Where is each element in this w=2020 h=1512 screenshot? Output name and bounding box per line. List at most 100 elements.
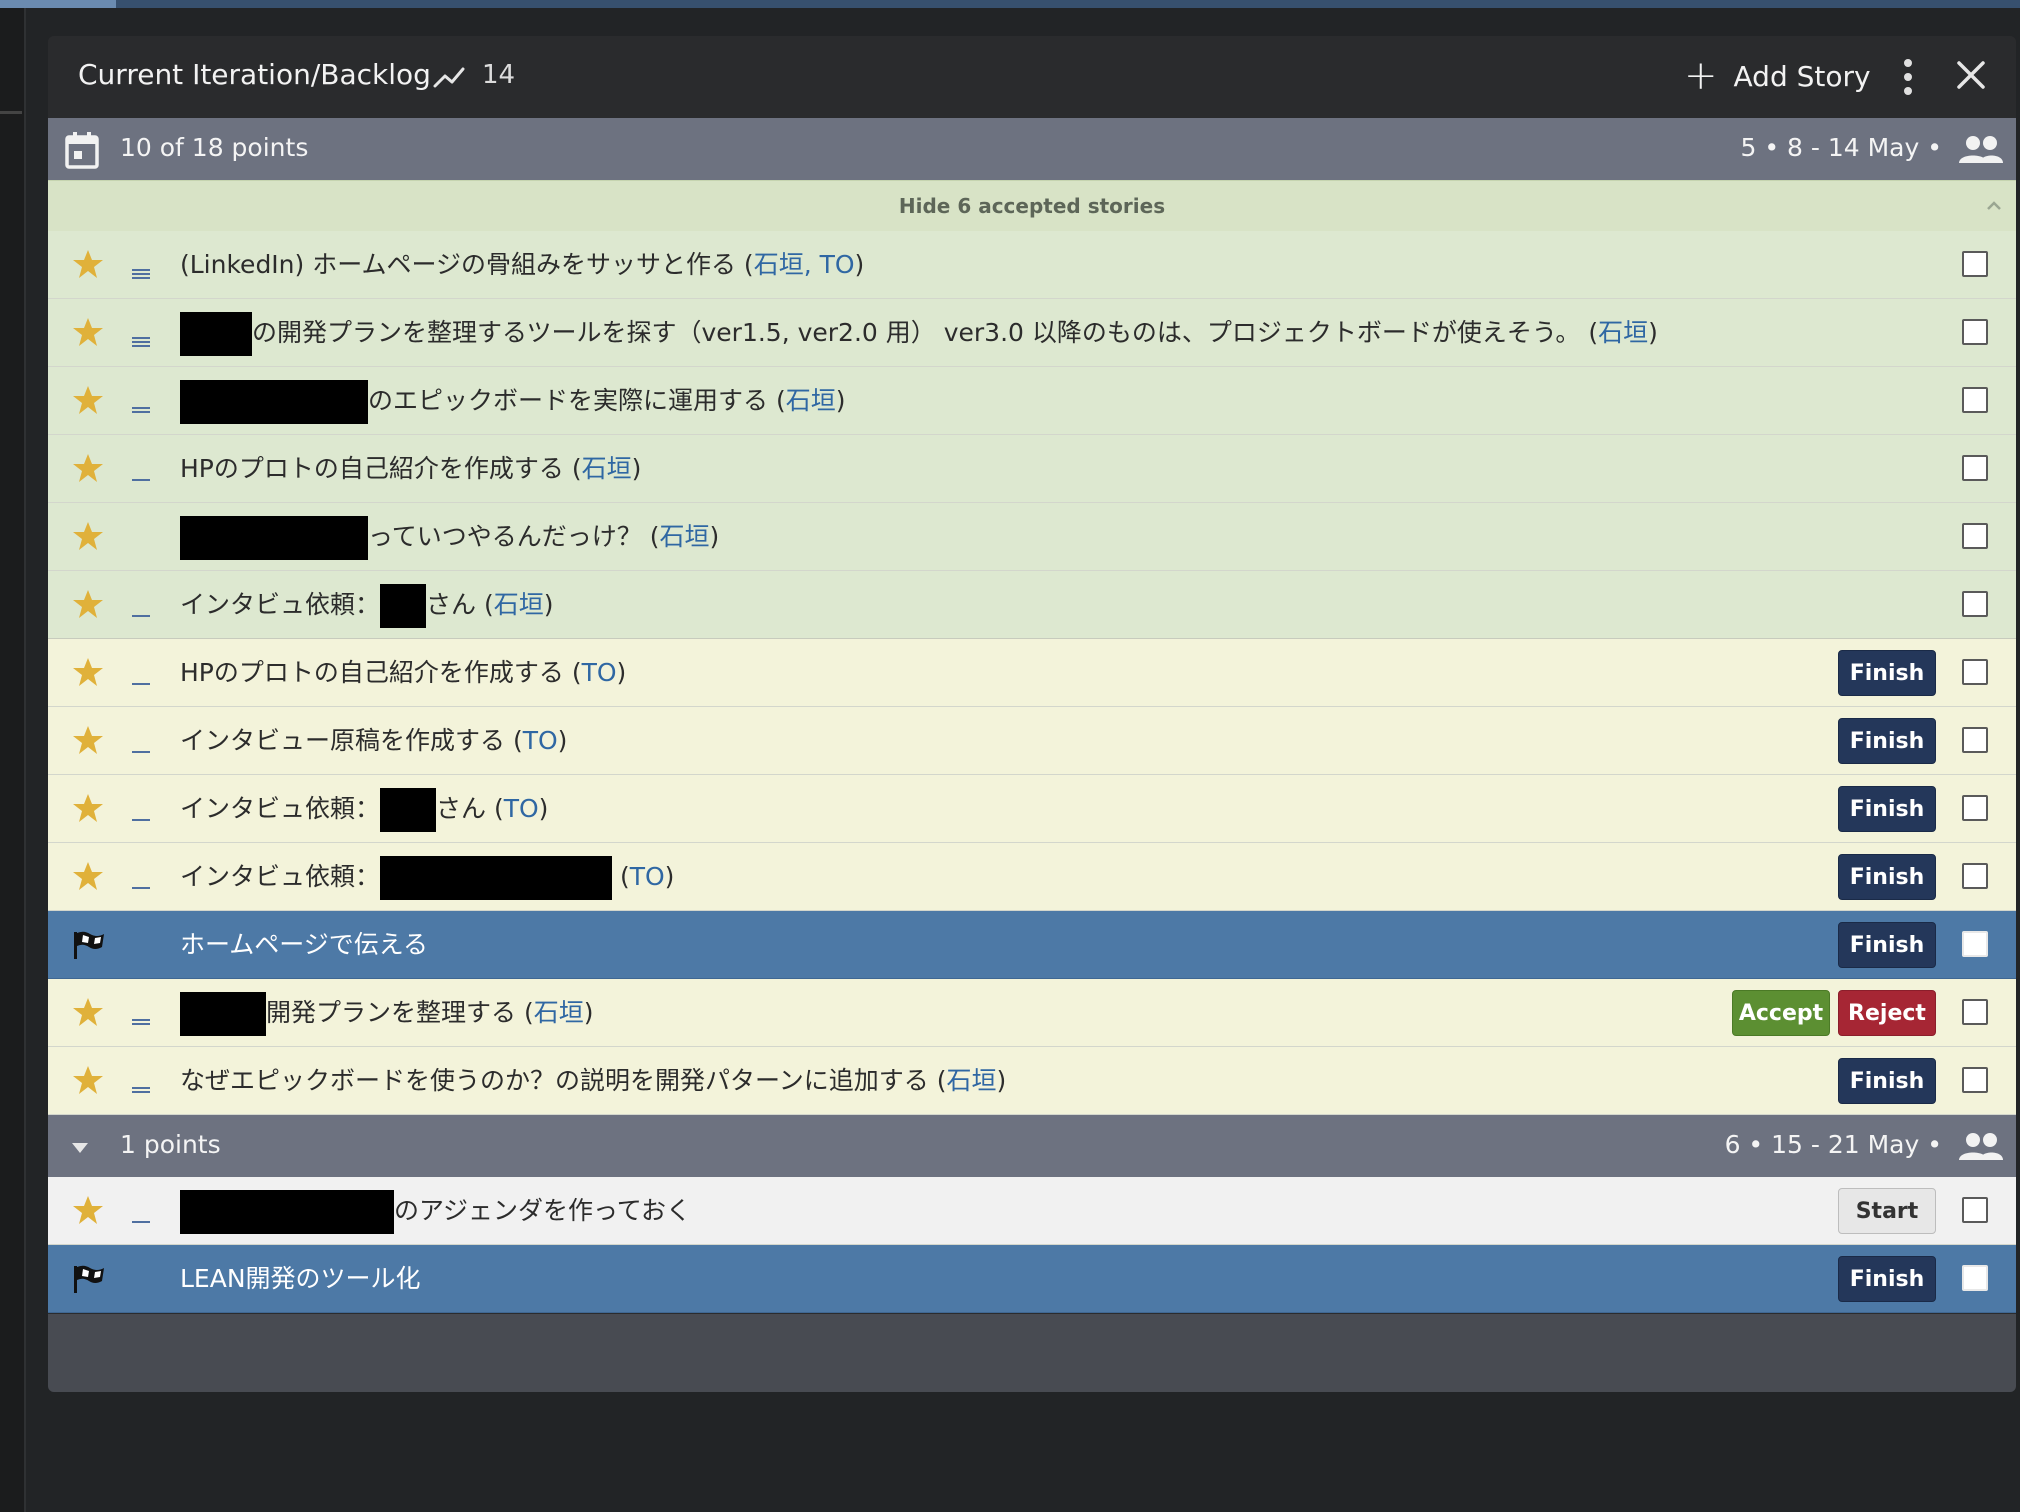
finish-button[interactable]: Finish bbox=[1838, 854, 1936, 900]
iteration-points: 1 points bbox=[120, 1130, 221, 1159]
team-members-icon[interactable] bbox=[1958, 1131, 2004, 1161]
redacted-block bbox=[380, 788, 437, 832]
start-button[interactable]: Start bbox=[1838, 1188, 1936, 1234]
finish-button[interactable]: Finish bbox=[1838, 786, 1936, 832]
story-select-checkbox[interactable] bbox=[1962, 999, 1988, 1025]
story-owner-link[interactable]: 石垣 bbox=[1598, 318, 1648, 347]
story-row[interactable]: HPのプロトの自己紹介を作成する (石垣) bbox=[48, 435, 2016, 503]
story-select-checkbox[interactable] bbox=[1962, 795, 1988, 821]
story-row[interactable]: のエピックボードを実際に運用する (石垣) bbox=[48, 367, 2016, 435]
story-owner-link[interactable]: 石垣 bbox=[534, 998, 584, 1027]
panel-title: Current Iteration/Backlog bbox=[78, 58, 431, 91]
release-title[interactable]: ホームページで伝える bbox=[180, 911, 428, 978]
story-owner-link[interactable]: TO bbox=[630, 862, 665, 891]
estimate-3-icon bbox=[132, 337, 150, 347]
story-owner-link[interactable]: TO bbox=[504, 794, 539, 823]
feature-star-icon bbox=[73, 658, 103, 686]
story-select-checkbox[interactable] bbox=[1962, 1197, 1988, 1223]
story-select-checkbox[interactable] bbox=[1962, 863, 1988, 889]
feature-star-icon bbox=[73, 998, 103, 1026]
close-icon[interactable] bbox=[1954, 58, 1988, 92]
team-members-icon[interactable] bbox=[1958, 134, 2004, 164]
story-title[interactable]: なぜエピックボードを使うのか？の説明を開発パターンに追加する (石垣) bbox=[180, 1047, 1006, 1114]
story-title[interactable]: の開発プランを整理するツールを探す（ver1.5, ver2.0 用） ver3… bbox=[180, 299, 1658, 366]
story-select-checkbox[interactable] bbox=[1962, 251, 1988, 277]
story-select-checkbox[interactable] bbox=[1962, 931, 1988, 957]
story-title[interactable]: のエピックボードを実際に運用する (石垣) bbox=[180, 367, 845, 434]
top-strip bbox=[0, 0, 2020, 8]
estimate-1-icon bbox=[132, 479, 150, 481]
story-title[interactable]: HPのプロトの自己紹介を作成する (TO) bbox=[180, 639, 626, 706]
story-row[interactable]: HPのプロトの自己紹介を作成する (TO) Finish bbox=[48, 639, 2016, 707]
story-row[interactable]: のアジェンダを作っておく Start bbox=[48, 1177, 2016, 1245]
redacted-block bbox=[380, 856, 613, 900]
estimate-1-icon bbox=[132, 683, 150, 685]
story-row[interactable]: なぜエピックボードを使うのか？の説明を開発パターンに追加する (石垣) Fini… bbox=[48, 1047, 2016, 1115]
iteration-dates: 6 • 15 - 21 May • bbox=[1724, 1130, 1942, 1159]
story-title[interactable]: っていつやるんだっけ？ (石垣) bbox=[180, 503, 719, 570]
story-row[interactable]: インタビュー原稿を作成する (TO) Finish bbox=[48, 707, 2016, 775]
redacted-block bbox=[180, 1190, 394, 1234]
story-row[interactable]: インタビュ依頼： さん (TO) Finish bbox=[48, 775, 2016, 843]
story-owner-link[interactable]: 石垣, TO bbox=[754, 250, 855, 279]
story-title[interactable]: HPのプロトの自己紹介を作成する (石垣) bbox=[180, 435, 641, 502]
finish-button[interactable]: Finish bbox=[1838, 718, 1936, 764]
story-title[interactable]: インタビュ依頼： さん (石垣) bbox=[180, 571, 554, 638]
release-flag-icon bbox=[74, 931, 104, 959]
story-title[interactable]: 開発プランを整理する (石垣) bbox=[180, 979, 593, 1046]
finish-button[interactable]: Finish bbox=[1838, 922, 1936, 968]
story-title[interactable]: インタビュ依頼： (TO) bbox=[180, 843, 674, 910]
story-title[interactable]: (LinkedIn) ホームページの骨組みをサッサと作る (石垣, TO) bbox=[180, 231, 864, 298]
story-select-checkbox[interactable] bbox=[1962, 387, 1988, 413]
story-row[interactable]: の開発プランを整理するツールを探す（ver1.5, ver2.0 用） ver3… bbox=[48, 299, 2016, 367]
story-owner-link[interactable]: 石垣 bbox=[786, 386, 836, 415]
redacted-block bbox=[380, 584, 427, 628]
story-owner-link[interactable]: 石垣 bbox=[659, 522, 709, 551]
story-row[interactable]: (LinkedIn) ホームページの骨組みをサッサと作る (石垣, TO) bbox=[48, 231, 2016, 299]
story-title[interactable]: インタビュ依頼： さん (TO) bbox=[180, 775, 548, 842]
estimate-1-icon bbox=[132, 887, 150, 889]
left-sidebar-edge bbox=[0, 8, 26, 1512]
story-owner-link[interactable]: TO bbox=[582, 658, 617, 687]
story-select-checkbox[interactable] bbox=[1962, 455, 1988, 481]
story-owner-link[interactable]: 石垣 bbox=[582, 454, 632, 483]
story-owner-link[interactable]: 石垣 bbox=[946, 1066, 996, 1095]
story-row[interactable]: インタビュ依頼： (TO) Finish bbox=[48, 843, 2016, 911]
finish-button[interactable]: Finish bbox=[1838, 1058, 1936, 1104]
release-row[interactable]: ホームページで伝える Finish bbox=[48, 911, 2016, 979]
reject-button[interactable]: Reject bbox=[1838, 990, 1936, 1036]
story-row[interactable]: インタビュ依頼： さん (石垣) bbox=[48, 571, 2016, 639]
feature-star-icon bbox=[73, 386, 103, 414]
story-select-checkbox[interactable] bbox=[1962, 1067, 1988, 1093]
story-owner-link[interactable]: TO bbox=[523, 726, 558, 755]
release-flag-icon bbox=[74, 1265, 104, 1293]
backlog-panel: Current Iteration/Backlog 14 + Add Story… bbox=[48, 36, 2016, 1392]
chevron-down-icon[interactable] bbox=[70, 1141, 90, 1155]
story-select-checkbox[interactable] bbox=[1962, 1265, 1988, 1291]
story-owner-link[interactable]: 石垣 bbox=[494, 590, 544, 619]
story-select-checkbox[interactable] bbox=[1962, 591, 1988, 617]
estimate-3-icon bbox=[132, 269, 150, 279]
accept-button[interactable]: Accept bbox=[1732, 990, 1830, 1036]
more-options-icon[interactable] bbox=[1902, 58, 1914, 96]
story-select-checkbox[interactable] bbox=[1962, 523, 1988, 549]
iteration-header-backlog[interactable]: 1 points 6 • 15 - 21 May • bbox=[48, 1115, 2016, 1177]
story-row[interactable]: っていつやるんだっけ？ (石垣) bbox=[48, 503, 2016, 571]
story-title[interactable]: のアジェンダを作っておく bbox=[180, 1177, 691, 1244]
add-story-label: Add Story bbox=[1733, 59, 1871, 93]
story-row[interactable]: 開発プランを整理する (石垣) Accept Reject bbox=[48, 979, 2016, 1047]
hide-accepted-toggle[interactable]: Hide 6 accepted stories bbox=[48, 180, 2016, 232]
story-select-checkbox[interactable] bbox=[1962, 659, 1988, 685]
estimate-1-icon bbox=[132, 615, 150, 617]
release-row[interactable]: LEAN開発のツール化 Finish bbox=[48, 1245, 2016, 1313]
finish-button[interactable]: Finish bbox=[1838, 1256, 1936, 1302]
feature-star-icon bbox=[73, 794, 103, 822]
story-title[interactable]: インタビュー原稿を作成する (TO) bbox=[180, 707, 567, 774]
feature-star-icon bbox=[73, 1196, 103, 1224]
story-select-checkbox[interactable] bbox=[1962, 727, 1988, 753]
release-title[interactable]: LEAN開発のツール化 bbox=[180, 1245, 421, 1312]
finish-button[interactable]: Finish bbox=[1838, 650, 1936, 696]
story-select-checkbox[interactable] bbox=[1962, 319, 1988, 345]
iteration-points: 10 of 18 points bbox=[120, 133, 309, 162]
add-story-button[interactable]: + Add Story bbox=[1684, 54, 1871, 98]
